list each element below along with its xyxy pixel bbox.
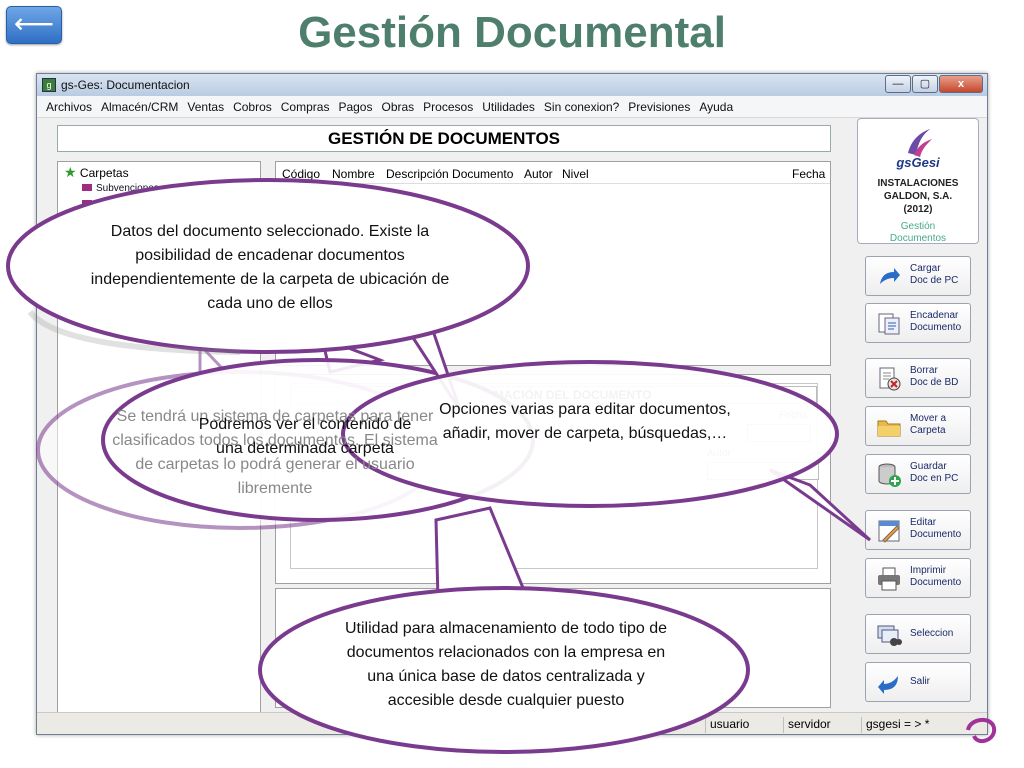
close-button[interactable]: x [939,75,983,93]
autor-field[interactable] [707,462,819,480]
tree-root[interactable]: ★ Carpetas [64,164,129,181]
decorative-swirl-icon [966,718,997,744]
module-name: Gestión Documentos [889,221,947,244]
tree-item-subvenciones[interactable]: Subvenciones [82,183,159,194]
button-label: Mover a Carpeta [910,413,947,436]
salir-button[interactable]: Salir [865,662,971,702]
column-header[interactable]: Fecha [792,167,825,181]
exit-arrow-icon [878,676,898,694]
delete-document-icon [879,367,901,391]
folder-icon [82,184,92,191]
window-controls: — ▢ x [884,75,983,93]
seleccion-button[interactable]: Seleccion [865,614,971,654]
tree-item-label: Subvenciones [96,183,159,194]
menu-pagos[interactable]: Pagos [335,96,378,117]
button-label: Seleccion [910,628,954,639]
star-icon: ★ [64,164,77,180]
cargar-doc-button[interactable]: Cargar Doc de PC [865,256,971,296]
encadenar-documento-button[interactable]: Encadenar Documento [865,303,971,343]
borrar-doc-button[interactable]: Borrar Doc de BD [865,358,971,398]
menu-procesos[interactable]: Procesos [420,96,479,117]
page-title: GESTIÓN DE DOCUMENTOS [57,125,831,152]
menu-ayuda[interactable]: Ayuda [696,96,739,117]
guardar-doc-button[interactable]: Guardar Doc en PC [865,454,971,494]
button-label: Borrar Doc de BD [910,365,959,388]
button-label: Guardar Doc en PC [910,461,959,484]
menu-bar: Archivos Almacén/CRM Ventas Cobros Compr… [37,96,987,118]
upload-arrow-icon [880,268,900,284]
minimize-button[interactable]: — [885,75,911,93]
mover-carpeta-button[interactable]: Mover a Carpeta [865,406,971,446]
logo-name: gsGesi [896,155,940,170]
button-label: Cargar Doc de PC [910,263,959,286]
tree-item-label: Administracion [96,199,162,210]
status-bar: usuario servidor gsgesi = > * [37,712,987,734]
button-label: Editar Documento [910,517,962,540]
button-label: Encadenar Documento [910,310,962,333]
button-label: Salir [910,676,931,687]
column-headers: Código Nombre Descripción Documento Auto… [276,162,830,184]
app-icon: g [42,78,56,92]
folder-icon [82,200,92,207]
menu-ventas[interactable]: Ventas [184,96,230,117]
callout-datos-text: Datos del documento seleccionado. Existe… [90,223,450,312]
menu-previsiones[interactable]: Previsiones [625,96,696,117]
callout-opciones-text: Opciones varias para editar documentos, … [439,401,731,442]
column-header[interactable]: Nombre [332,167,375,181]
button-label: Imprimir Documento [910,565,962,588]
title-bar[interactable]: g gs-Ges: Documentacion — ▢ x [37,74,987,96]
tree-item-administracion[interactable]: Administracion [82,199,162,210]
tree-root-label: Carpetas [79,166,129,180]
folder-icon [877,420,901,437]
menu-cobros[interactable]: Cobros [230,96,278,117]
column-header[interactable]: Código [282,167,320,181]
printer-icon [878,567,900,591]
column-header[interactable]: Autor [524,167,553,181]
menu-archivos[interactable]: Archivos [43,96,98,117]
imprimir-documento-button[interactable]: Imprimir Documento [865,558,971,598]
gsgesi-logo-icon [908,129,932,157]
maximize-button[interactable]: ▢ [912,75,938,93]
fecha-field[interactable] [747,424,811,442]
callout-contenido-text: Podremos ver el contenido de una determi… [198,416,412,457]
menu-sin-conexion[interactable]: Sin conexion? [541,96,625,117]
company-name: INSTALACIONES GALDON, S.A. (2012) [877,178,959,215]
menu-almacen-crm[interactable]: Almacén/CRM [98,96,184,117]
menu-compras[interactable]: Compras [278,96,336,117]
window-title: gs-Ges: Documentacion [61,78,190,92]
database-save-icon [878,463,901,487]
callout-utilidad-text: Utilidad para almacenamiento de todo tip… [345,620,667,709]
editar-documento-button[interactable]: Editar Documento [865,510,971,550]
chain-document-icon [878,313,900,335]
edit-document-icon [878,520,900,543]
menu-utilidades[interactable]: Utilidades [479,96,541,117]
company-logo-box: gsGesi INSTALACIONES GALDON, S.A. (2012)… [857,118,979,244]
fecha-label: Fecha [779,410,807,421]
slide-title: Gestión Documental [298,8,726,57]
column-header[interactable]: Descripción Documento [386,167,513,181]
status-usuario: usuario [705,717,749,733]
autor-label: Autor [707,448,731,459]
selection-icon [877,625,902,646]
status-gsgesi: gsgesi = > * [861,717,929,733]
menu-obras[interactable]: Obras [378,96,420,117]
status-servidor: servidor [783,717,831,733]
column-header[interactable]: Nivel [562,167,589,181]
